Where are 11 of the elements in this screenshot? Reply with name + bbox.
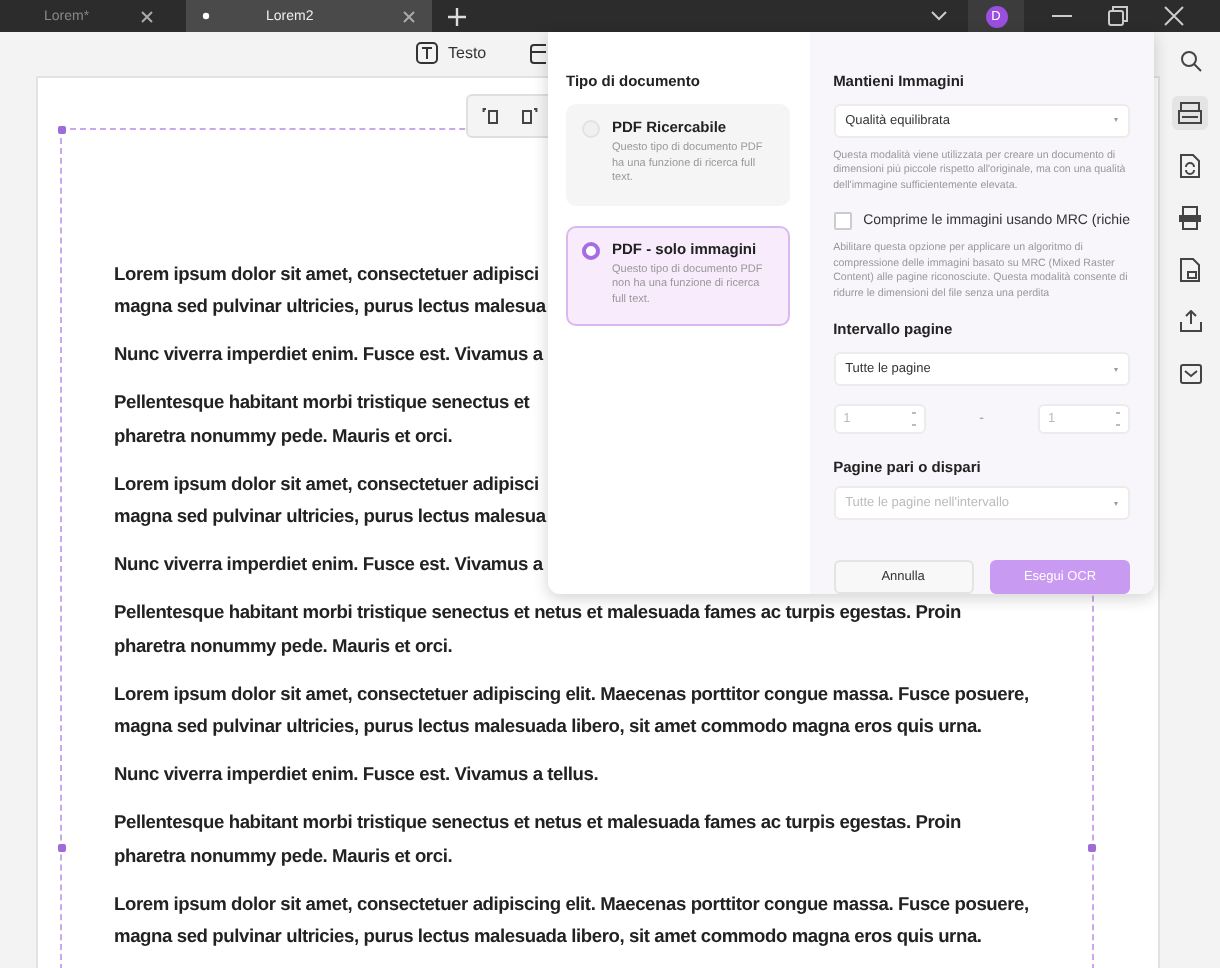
- text-tool-button[interactable]: Testo: [412, 38, 491, 69]
- paragraph: Nunc viverra imperdiet enim. Fusce est. Vivamus a tellus.: [114, 762, 599, 788]
- paragraph: Pellentesque habitant morbi tristique senectus et netus et malesuada fames ac turpis egestas. Proin pharetra nonummy pede. Mauris et orci.: [114, 600, 961, 660]
- paragraph: Lorem ipsum dolor sit amet, consectetuer adipiscing elit. Maecenas porttitor congue massa. Fusce posuere, magna sed pulvinar ultricies, purus lectus malesuada libero, sit amet commodo magna eros quis urna.: [114, 891, 1029, 950]
- paragraph: Nunc viverra imperdiet enim. Fusce est. Vivamus a: [114, 342, 543, 368]
- paragraph: Pellentesque habitant morbi tristique senectus et pharetra nonummy pede. Mauris et orci.: [114, 390, 530, 450]
- paragraph: Lorem ipsum dolor sit amet, consectetuer adipiscing elit. Maecenas porttitor congue massa. Fusce posuere, magna sed pulvinar ultricies, purus lectus malesuada libero, sit amet commodo magna eros quis urna.: [114, 681, 1029, 740]
- paragraph: Nunc viverra imperdiet enim. Fusce est. Vivamus a: [114, 552, 543, 578]
- paragraph: Lorem ipsum dolor sit amet, consectetuer adipisci magna sed pulvinar ultricies, purus lectus malesua: [114, 261, 546, 320]
- paragraph: Lorem ipsum dolor sit amet, consectetuer adipisci magna sed pulvinar ultricies, purus lectus malesua: [114, 471, 546, 530]
- paragraph: Pellentesque habitant morbi tristique senectus et netus et malesuada fames ac turpis egestas. Proin pharetra nonummy pede. Mauris et orci.: [114, 810, 961, 870]
